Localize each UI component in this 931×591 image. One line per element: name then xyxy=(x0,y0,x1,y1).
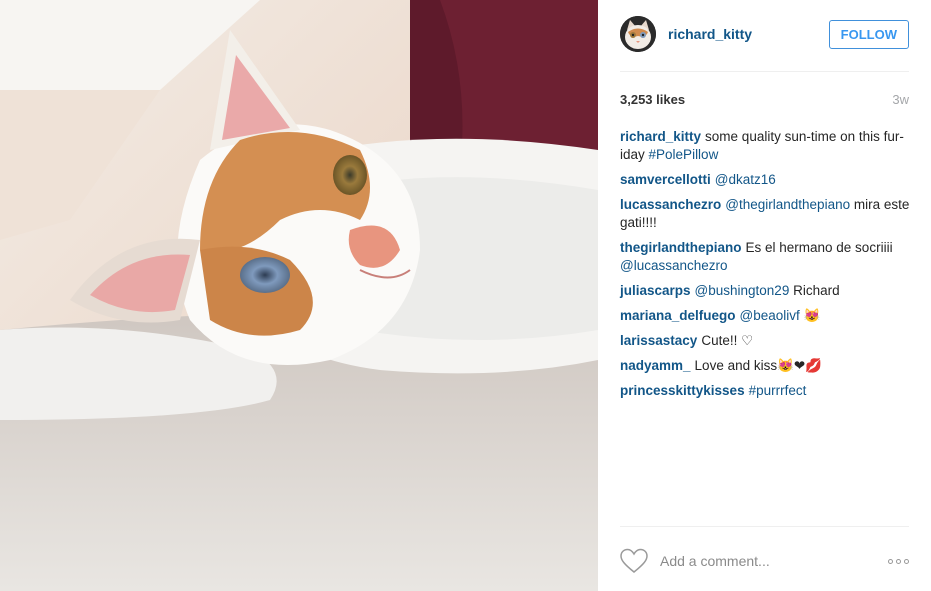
comment-item: princesskittykisses #purrrfect xyxy=(620,382,913,400)
follow-button[interactable]: FOLLOW xyxy=(828,19,909,49)
comment-username[interactable]: larissastacy xyxy=(620,333,697,348)
more-options-icon[interactable] xyxy=(888,558,909,564)
avatar-image xyxy=(620,16,656,52)
post-viewer: richard_kitty FOLLOW 3,253 likes 3w rich… xyxy=(0,0,931,591)
comment-item: samvercellotti @dkatz16 xyxy=(620,171,913,189)
comment-username[interactable]: thegirlandthepiano xyxy=(620,240,742,255)
comment-text: Richard xyxy=(789,283,840,298)
comment-text: Love and kiss😻❤💋 xyxy=(694,358,823,373)
comment-item: juliascarps @bushington29 Richard xyxy=(620,282,913,300)
mention-link[interactable]: @lucassanchezro xyxy=(620,258,728,273)
comment-username[interactable]: lucassanchezro xyxy=(620,197,721,212)
comment-item: richard_kitty some quality sun-time on th… xyxy=(620,128,913,164)
comment-item: mariana_delfuego @beaolivf 😻 xyxy=(620,307,913,325)
comment-username[interactable]: nadyamm_ xyxy=(620,358,691,373)
comment-item: thegirlandthepiano Es el hermano de socri… xyxy=(620,239,913,275)
cat-photo-image xyxy=(0,0,598,591)
comment-username[interactable]: juliascarps xyxy=(620,283,691,298)
avatar[interactable] xyxy=(620,16,656,52)
comment-username[interactable]: samvercellotti xyxy=(620,172,711,187)
mention-link[interactable]: @bushington29 xyxy=(695,283,790,298)
comment-username[interactable]: mariana_delfuego xyxy=(620,308,736,323)
post-sidebar: richard_kitty FOLLOW 3,253 likes 3w rich… xyxy=(598,0,931,591)
comment-text: Es el hermano de socriiii xyxy=(745,240,893,255)
comment-text: Cute!! ♡ xyxy=(701,333,754,348)
mention-link[interactable]: @thegirlandthepiano xyxy=(725,197,850,212)
comments-list: richard_kitty some quality sun-time on th… xyxy=(620,128,913,407)
header-divider xyxy=(620,71,909,72)
add-comment-input[interactable] xyxy=(658,552,888,570)
comment-username[interactable]: princesskittykisses xyxy=(620,383,745,398)
mention-link[interactable]: @beaolivf xyxy=(740,308,800,323)
post-photo[interactable] xyxy=(0,0,598,591)
mention-link[interactable]: @dkatz16 xyxy=(715,172,776,187)
hashtag-link[interactable]: #PolePillow xyxy=(649,147,719,162)
post-author-username[interactable]: richard_kitty xyxy=(668,26,829,42)
comment-bar xyxy=(620,546,909,576)
likes-row: 3,253 likes 3w xyxy=(620,92,909,107)
likes-count[interactable]: 3,253 likes xyxy=(620,92,685,107)
comment-text: 😻 xyxy=(799,308,821,323)
comment-item: nadyamm_ Love and kiss😻❤💋 xyxy=(620,357,913,375)
comment-item: larissastacy Cute!! ♡ xyxy=(620,332,913,350)
heart-icon[interactable] xyxy=(620,548,648,574)
post-header: richard_kitty FOLLOW xyxy=(620,14,909,54)
footer-divider xyxy=(620,526,909,527)
comment-item: lucassanchezro @thegirlandthepiano mira e… xyxy=(620,196,913,232)
comment-username[interactable]: richard_kitty xyxy=(620,129,701,144)
post-age[interactable]: 3w xyxy=(892,92,909,107)
hashtag-link[interactable]: #purrrfect xyxy=(749,383,807,398)
